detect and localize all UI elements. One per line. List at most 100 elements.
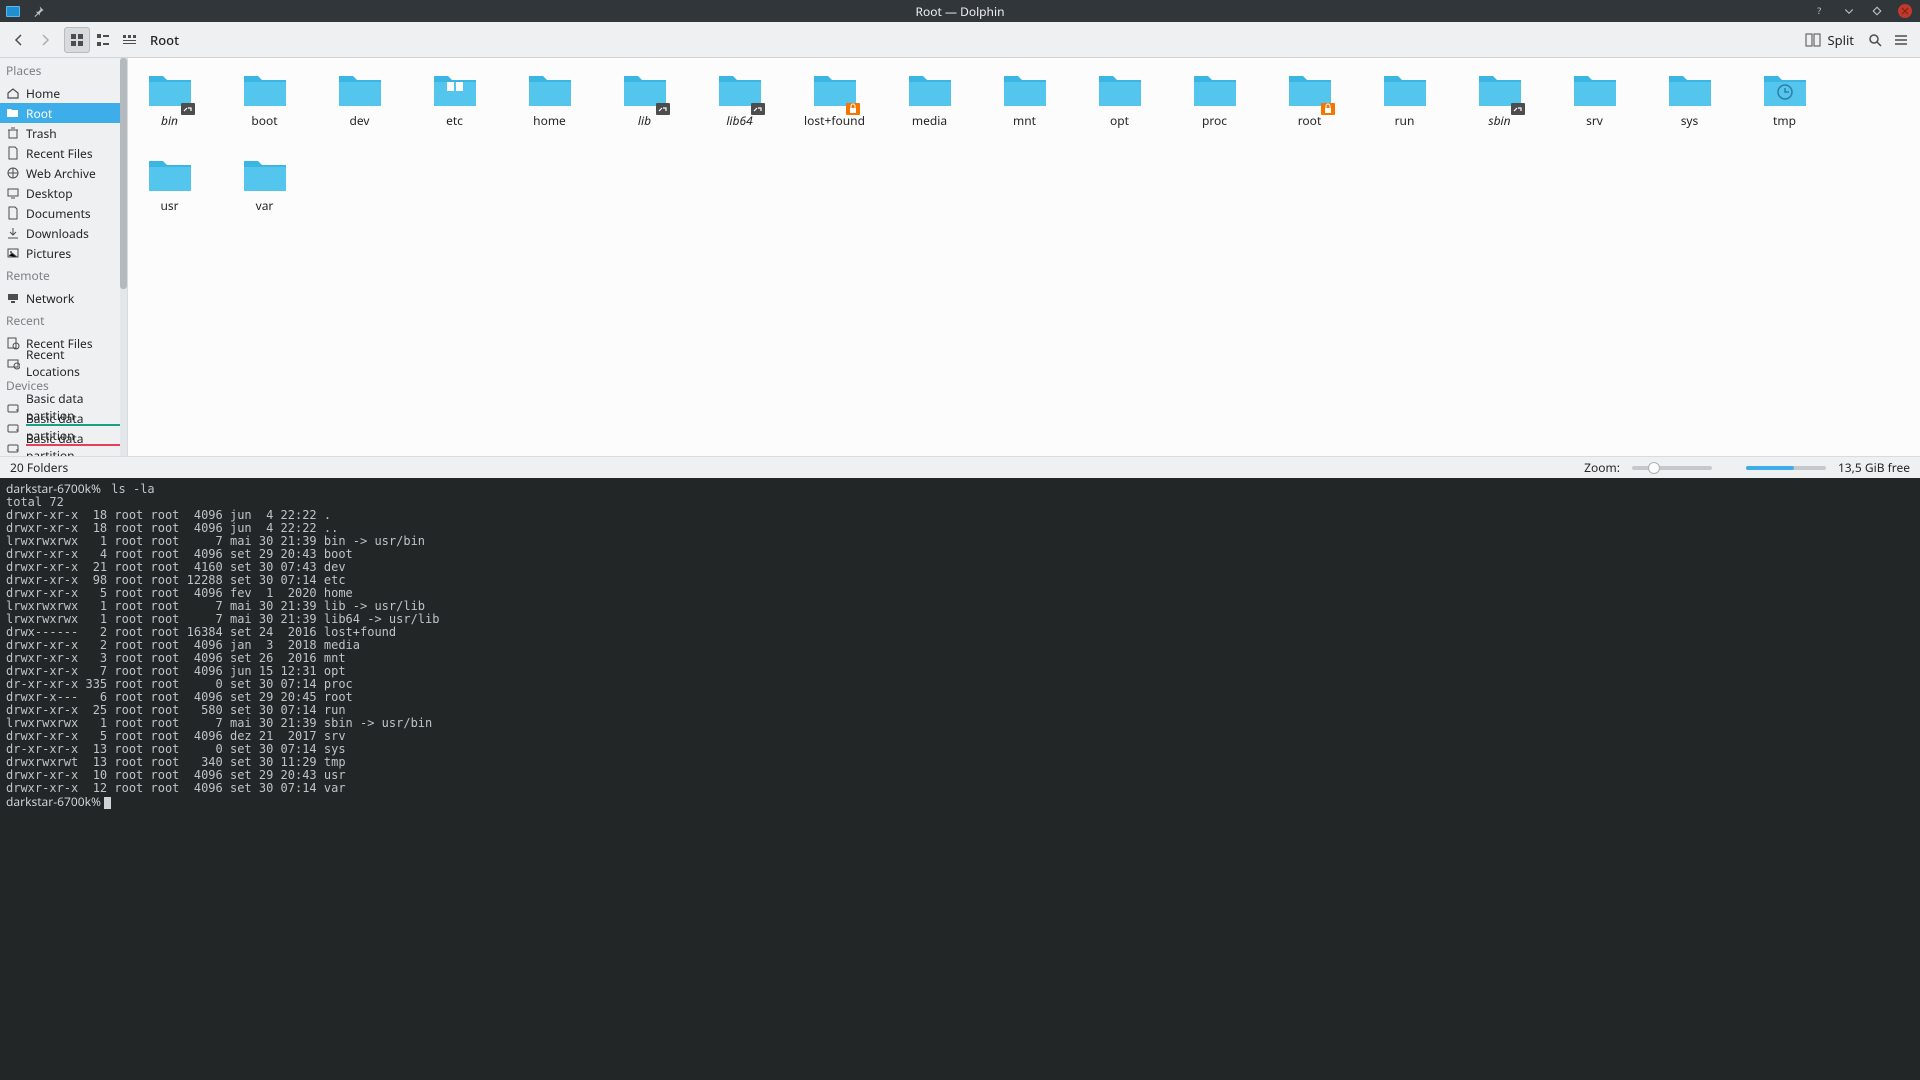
trash-icon bbox=[6, 126, 20, 140]
sidebar-item-label: Pictures bbox=[26, 245, 71, 262]
folder-lib[interactable]: lib bbox=[621, 70, 668, 129]
forward-button[interactable] bbox=[32, 27, 58, 53]
sidebar-item-label: Recent Files bbox=[26, 145, 93, 162]
folder-root[interactable]: root bbox=[1286, 70, 1333, 129]
sidebar-item-label: Recent Locations bbox=[26, 346, 121, 380]
folder-media[interactable]: media bbox=[906, 70, 953, 129]
file-manager: Root Split PlacesHomeRootTrashRecent Fil… bbox=[0, 22, 1920, 478]
view-compact-button[interactable] bbox=[90, 27, 116, 53]
search-button[interactable] bbox=[1862, 27, 1888, 53]
folder-label: dev bbox=[349, 112, 369, 129]
folder-icon bbox=[1192, 70, 1238, 108]
folder-icon bbox=[907, 70, 953, 108]
split-button[interactable]: Split bbox=[1797, 27, 1862, 53]
folder-label: root bbox=[1298, 112, 1322, 129]
folder-icon bbox=[1762, 70, 1808, 108]
folder-srv[interactable]: srv bbox=[1571, 70, 1618, 129]
folder-run[interactable]: run bbox=[1381, 70, 1428, 129]
disk-usage-bar bbox=[1746, 466, 1826, 470]
sidebar-item-documents[interactable]: Documents bbox=[0, 203, 127, 223]
folder-boot[interactable]: boot bbox=[241, 70, 288, 129]
folder-label: run bbox=[1395, 112, 1415, 129]
folder-label: opt bbox=[1110, 112, 1129, 129]
folder-lib64[interactable]: lib64 bbox=[716, 70, 763, 129]
sidebar-scrollbar[interactable] bbox=[120, 58, 127, 456]
view-icons-button[interactable] bbox=[64, 27, 90, 53]
sidebar-item-desktop[interactable]: Desktop bbox=[0, 183, 127, 203]
folder-label: home bbox=[533, 112, 566, 129]
help-icon[interactable]: ? bbox=[1814, 4, 1828, 18]
folder-red-icon bbox=[6, 106, 20, 120]
breadcrumb[interactable]: Root bbox=[142, 31, 187, 49]
sidebar-item-web-archive[interactable]: Web Archive bbox=[0, 163, 127, 183]
symlink-badge-icon bbox=[1511, 98, 1525, 110]
folder-label: lib64 bbox=[726, 112, 752, 129]
svg-text:?: ? bbox=[1817, 5, 1821, 17]
free-space: 13,5 GiB free bbox=[1838, 459, 1910, 476]
web-icon bbox=[6, 166, 20, 180]
symlink-badge-icon bbox=[751, 98, 765, 110]
home-icon bbox=[6, 86, 20, 100]
minimize-icon[interactable] bbox=[1842, 4, 1856, 18]
folder-icon bbox=[1572, 70, 1618, 108]
sidebar-item-home[interactable]: Home bbox=[0, 83, 127, 103]
drive-icon bbox=[6, 401, 20, 415]
sidebar-item-label: Web Archive bbox=[26, 165, 96, 182]
folder-label: sys bbox=[1681, 112, 1699, 129]
folder-home[interactable]: home bbox=[526, 70, 573, 129]
sidebar-item-label: Home bbox=[26, 85, 60, 102]
maximize-icon[interactable] bbox=[1870, 4, 1884, 18]
drive-icon bbox=[6, 421, 20, 435]
sidebar-item-root[interactable]: Root bbox=[0, 103, 127, 123]
folder-dev[interactable]: dev bbox=[336, 70, 383, 129]
folder-usr[interactable]: usr bbox=[146, 155, 193, 214]
window-titlebar: Root — Dolphin ? bbox=[0, 0, 1920, 22]
folder-etc[interactable]: etc bbox=[431, 70, 478, 129]
sidebar-item-recent-files[interactable]: Recent Files bbox=[0, 143, 127, 163]
menu-button[interactable] bbox=[1888, 27, 1914, 53]
folder-label: mnt bbox=[1013, 112, 1036, 129]
close-icon[interactable] bbox=[1898, 4, 1912, 18]
network-icon bbox=[6, 291, 20, 305]
folder-label: bin bbox=[161, 112, 178, 129]
folder-bin[interactable]: bin bbox=[146, 70, 193, 129]
folder-sbin[interactable]: sbin bbox=[1476, 70, 1523, 129]
folder-opt[interactable]: opt bbox=[1096, 70, 1143, 129]
folder-label: sbin bbox=[1488, 112, 1510, 129]
folder-icon bbox=[1287, 70, 1333, 108]
folder-var[interactable]: var bbox=[241, 155, 288, 214]
sidebar-item-basic-data-partition[interactable]: Basic data partition bbox=[0, 438, 127, 456]
app-icon bbox=[6, 6, 20, 17]
lock-badge-icon bbox=[846, 98, 860, 110]
view-details-button[interactable] bbox=[116, 27, 142, 53]
back-button[interactable] bbox=[6, 27, 32, 53]
terminal-panel[interactable]: darkstar-6700k% ls -la total 72 drwxr-xr… bbox=[0, 478, 1920, 1080]
folder-icon bbox=[432, 70, 478, 108]
folder-tmp[interactable]: tmp bbox=[1761, 70, 1808, 129]
folder-lost+found[interactable]: lost+found bbox=[811, 70, 858, 129]
sidebar-item-pictures[interactable]: Pictures bbox=[0, 243, 127, 263]
folder-label: tmp bbox=[1773, 112, 1796, 129]
sidebar-item-recent-locations[interactable]: Recent Locations bbox=[0, 353, 127, 373]
folder-label: media bbox=[912, 112, 947, 129]
pin-icon[interactable] bbox=[32, 4, 46, 18]
item-count: 20 Folders bbox=[10, 459, 68, 476]
folder-icon bbox=[1477, 70, 1523, 108]
folder-label: etc bbox=[446, 112, 463, 129]
picture-icon bbox=[6, 246, 20, 260]
folder-sys[interactable]: sys bbox=[1666, 70, 1713, 129]
folder-label: var bbox=[256, 197, 274, 214]
folder-mnt[interactable]: mnt bbox=[1001, 70, 1048, 129]
document-icon bbox=[6, 206, 20, 220]
file-grid[interactable]: bin boot dev etc home lib lib64 lost+found media… bbox=[128, 58, 1920, 456]
sidebar-item-network[interactable]: Network bbox=[0, 288, 127, 308]
zoom-slider[interactable] bbox=[1632, 466, 1712, 470]
folder-label: boot bbox=[251, 112, 277, 129]
sidebar-item-downloads[interactable]: Downloads bbox=[0, 223, 127, 243]
sidebar-item-trash[interactable]: Trash bbox=[0, 123, 127, 143]
folder-label: srv bbox=[1586, 112, 1603, 129]
drive-icon bbox=[6, 441, 20, 455]
sidebar-item-label: Documents bbox=[26, 205, 91, 222]
folder-proc[interactable]: proc bbox=[1191, 70, 1238, 129]
symlink-badge-icon bbox=[656, 98, 670, 110]
